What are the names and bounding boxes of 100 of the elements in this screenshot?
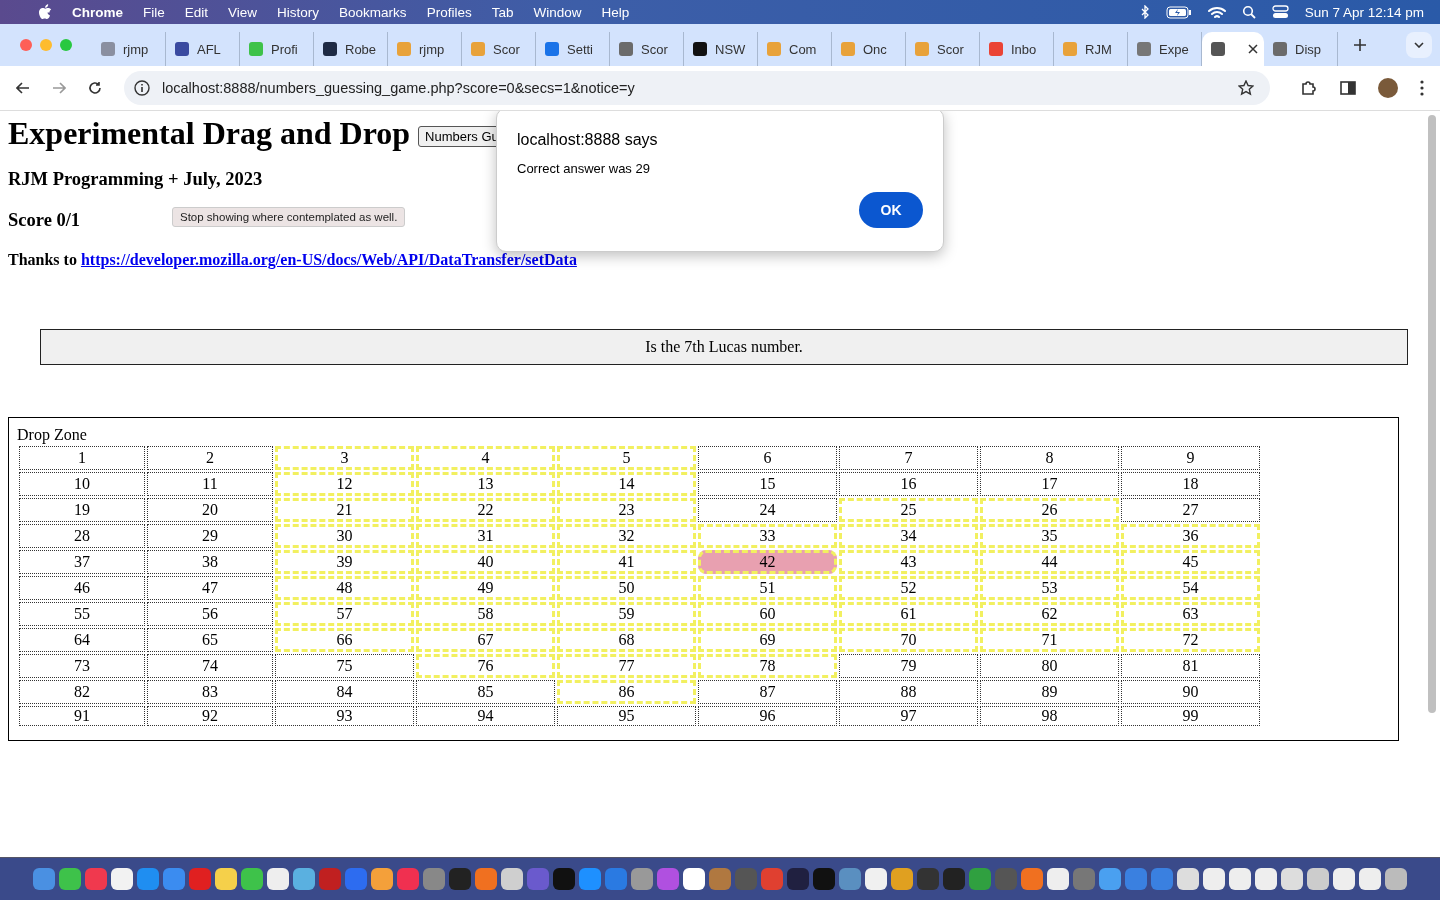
number-cell[interactable]: 74 [147, 654, 273, 678]
app-icon[interactable] [1203, 868, 1225, 890]
info-icon[interactable] [134, 80, 150, 96]
search-icon[interactable] [1241, 5, 1256, 19]
number-cell[interactable]: 28 [19, 524, 145, 548]
puzzle-icon[interactable] [1300, 79, 1318, 97]
number-cell[interactable]: 17 [980, 472, 1119, 496]
number-cell[interactable]: 31 [416, 524, 555, 548]
side-panel-icon[interactable] [1340, 81, 1356, 95]
star-icon[interactable] [1238, 80, 1254, 96]
number-cell[interactable]: 87 [698, 680, 837, 704]
number-cell[interactable]: 66 [275, 628, 414, 652]
app-icon[interactable] [1047, 868, 1069, 890]
address-bar[interactable]: localhost:8888/numbers_guessing_game.php?score=0&secs=1&notice=y [124, 71, 1270, 105]
wifi-icon[interactable] [1207, 5, 1226, 19]
menu-item[interactable]: History [277, 4, 320, 20]
number-cell[interactable]: 55 [19, 602, 145, 626]
app-icon[interactable] [865, 868, 887, 890]
number-cell[interactable]: 83 [147, 680, 273, 704]
app-icon[interactable] [1177, 868, 1199, 890]
number-cell[interactable]: 51 [698, 576, 837, 600]
menu-item[interactable]: Tab [491, 4, 514, 20]
number-cell[interactable]: 44 [980, 550, 1119, 574]
number-cell[interactable]: 63 [1121, 602, 1260, 626]
number-cell[interactable]: 64 [19, 628, 145, 652]
app-icon[interactable] [293, 868, 315, 890]
number-cell[interactable]: 70 [839, 628, 978, 652]
number-cell[interactable]: 72 [1121, 628, 1260, 652]
app-icon[interactable] [241, 868, 263, 890]
number-cell[interactable]: 15 [698, 472, 837, 496]
number-cell[interactable]: 6 [698, 446, 837, 470]
number-cell[interactable]: 77 [557, 654, 696, 678]
clock[interactable]: Sun 7 Apr 12:14 pm [1304, 4, 1424, 20]
app-icon[interactable] [59, 868, 81, 890]
menu-item[interactable]: File [143, 4, 165, 20]
app-icon[interactable] [1307, 868, 1329, 890]
app-icon[interactable] [1385, 868, 1407, 890]
number-cell[interactable]: 90 [1121, 680, 1260, 704]
number-cell[interactable]: 21 [275, 498, 414, 522]
number-cell[interactable]: 93 [275, 706, 414, 726]
number-cell[interactable]: 2 [147, 446, 273, 470]
number-cell[interactable]: 22 [416, 498, 555, 522]
browser-tab[interactable] [1202, 32, 1264, 66]
number-cell[interactable]: 92 [147, 706, 273, 726]
number-cell[interactable]: 96 [698, 706, 837, 726]
number-cell[interactable]: 98 [980, 706, 1119, 726]
number-cell[interactable]: 14 [557, 472, 696, 496]
number-cell[interactable]: 91 [19, 706, 145, 726]
number-cell[interactable]: 10 [19, 472, 145, 496]
number-cell[interactable]: 85 [416, 680, 555, 704]
number-cell[interactable]: 49 [416, 576, 555, 600]
number-cell[interactable]: 75 [275, 654, 414, 678]
number-cell[interactable]: 38 [147, 550, 273, 574]
number-cell[interactable]: 95 [557, 706, 696, 726]
number-cell[interactable]: 32 [557, 524, 696, 548]
number-cell[interactable]: 99 [1121, 706, 1260, 726]
chevron-icon[interactable] [1414, 42, 1424, 48]
number-cell[interactable]: 26 [980, 498, 1119, 522]
app-icon[interactable] [891, 868, 913, 890]
number-cell[interactable]: 3 [275, 446, 414, 470]
new-tab-icon[interactable] [1354, 39, 1366, 51]
menu-item[interactable]: Profiles [426, 4, 472, 20]
app-icon[interactable] [1255, 868, 1277, 890]
number-cell[interactable]: 48 [275, 576, 414, 600]
app-icon[interactable] [683, 868, 705, 890]
number-cell[interactable]: 5 [557, 446, 696, 470]
app-icon[interactable] [371, 868, 393, 890]
back-icon[interactable] [16, 82, 30, 94]
menu-item[interactable]: Chrome [72, 4, 123, 20]
app-icon[interactable] [215, 868, 237, 890]
number-cell[interactable]: 79 [839, 654, 978, 678]
menu-item[interactable]: Help [601, 4, 630, 20]
number-cell[interactable]: 56 [147, 602, 273, 626]
number-cell[interactable]: 58 [416, 602, 555, 626]
number-cell[interactable]: 84 [275, 680, 414, 704]
ok-button[interactable]: OK [859, 192, 923, 228]
number-cell[interactable]: 78 [698, 654, 837, 678]
control-center-icon[interactable] [1271, 5, 1289, 19]
number-cell[interactable]: 1 [19, 446, 145, 470]
number-cell[interactable]: 89 [980, 680, 1119, 704]
number-cell[interactable]: 54 [1121, 576, 1260, 600]
app-icon[interactable] [111, 868, 133, 890]
app-icon[interactable] [1359, 868, 1381, 890]
number-cell[interactable]: 57 [275, 602, 414, 626]
number-cell[interactable]: 7 [839, 446, 978, 470]
number-cell[interactable]: 68 [557, 628, 696, 652]
number-cell[interactable]: 53 [980, 576, 1119, 600]
number-cell[interactable]: 29 [147, 524, 273, 548]
number-cell[interactable]: 36 [1121, 524, 1260, 548]
number-cell[interactable]: 61 [839, 602, 978, 626]
number-cell[interactable]: 94 [416, 706, 555, 726]
number-cell[interactable]: 50 [557, 576, 696, 600]
menu-item[interactable]: Bookmarks [339, 4, 407, 20]
number-cell[interactable]: 97 [839, 706, 978, 726]
number-cell[interactable]: 41 [557, 550, 696, 574]
number-cell[interactable]: 62 [980, 602, 1119, 626]
number-cell[interactable]: 80 [980, 654, 1119, 678]
number-cell[interactable]: 34 [839, 524, 978, 548]
reload-icon[interactable] [88, 81, 102, 95]
app-icon[interactable] [1281, 868, 1303, 890]
